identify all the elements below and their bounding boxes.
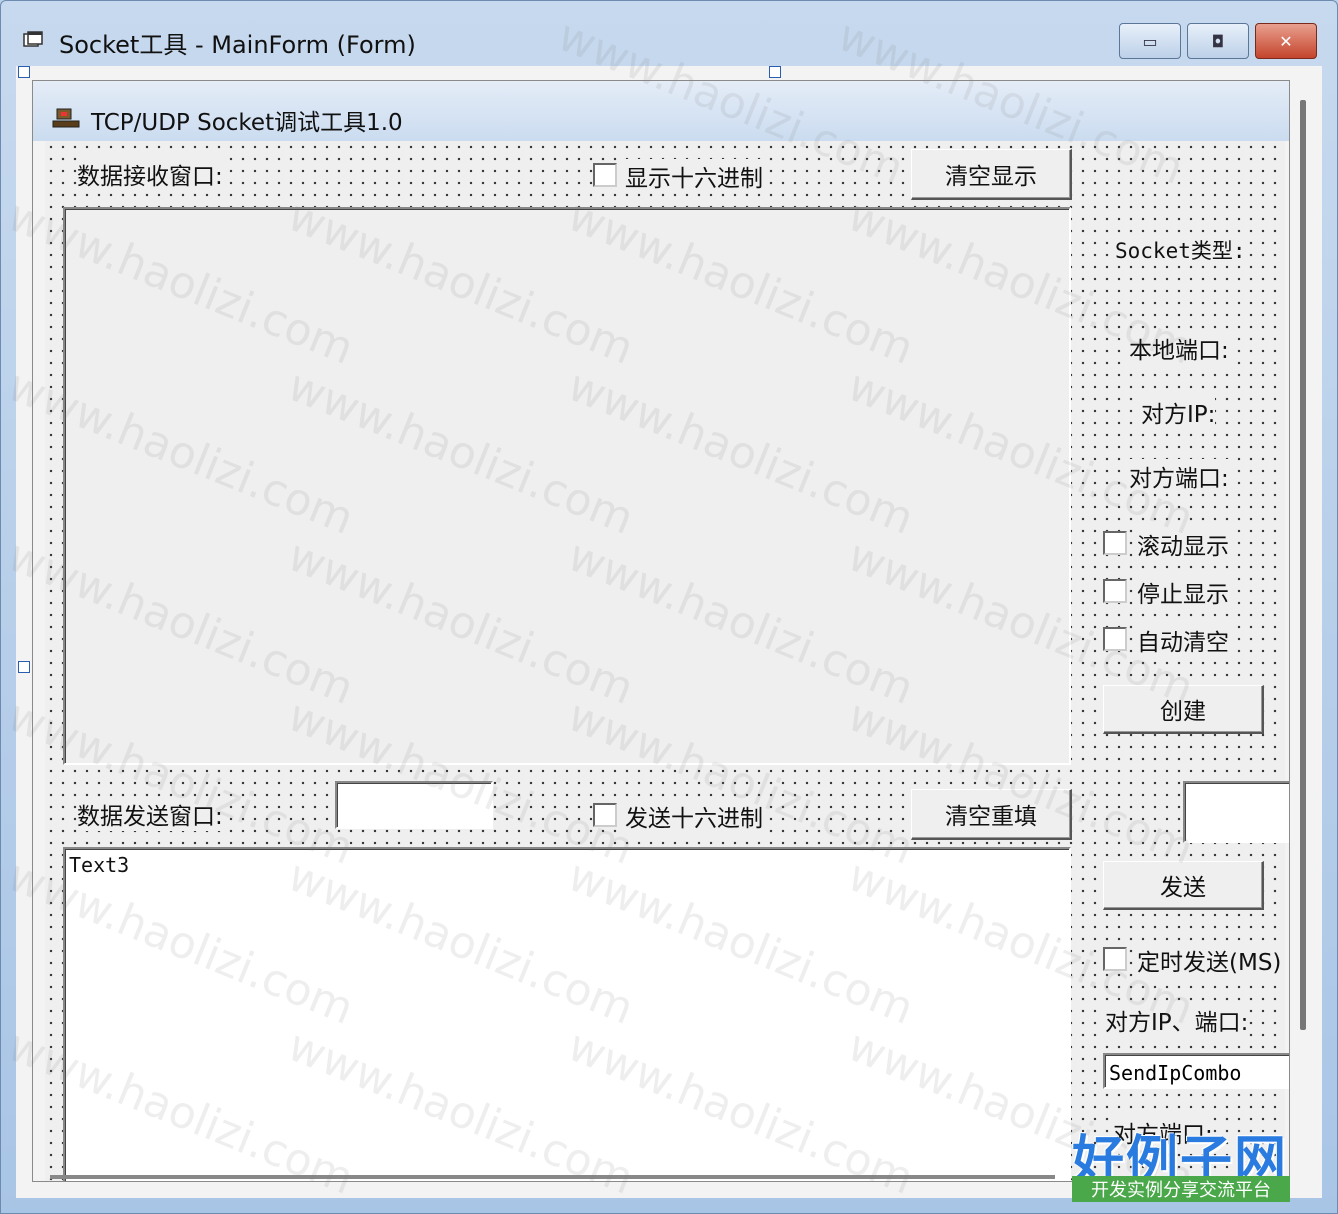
resize-handle-middle-left[interactable] xyxy=(18,661,30,673)
scroll-display-label: 滚动显示 xyxy=(1137,527,1229,561)
minimize-button[interactable]: ▭ xyxy=(1119,23,1181,59)
socket-type-label: Socket类型: xyxy=(1115,235,1246,265)
maximize-icon: ◘ xyxy=(1211,31,1225,51)
local-port-label: 本地端口: xyxy=(1129,331,1229,365)
timer-interval-input[interactable] xyxy=(1183,781,1289,843)
form-icon xyxy=(23,31,43,47)
resize-handle-top-center[interactable] xyxy=(769,66,781,78)
scroll-display-checkbox[interactable] xyxy=(1103,531,1127,555)
form-titlebar: TCP/UDP Socket调试工具1.0 xyxy=(33,81,1289,141)
send-aux-input[interactable] xyxy=(335,781,493,829)
vertical-scrollbar[interactable] xyxy=(1300,100,1306,1030)
create-button[interactable]: 创建 xyxy=(1103,685,1264,734)
send-hex-checkbox[interactable] xyxy=(593,803,617,827)
remote-ip-label: 对方IP: xyxy=(1141,395,1216,429)
form-title: TCP/UDP Socket调试工具1.0 xyxy=(91,110,403,136)
send-button[interactable]: 发送 xyxy=(1103,861,1264,910)
stop-display-checkbox[interactable] xyxy=(1103,579,1127,603)
receive-window-label: 数据接收窗口: xyxy=(77,157,223,191)
send-window-label: 数据发送窗口: xyxy=(77,797,223,831)
window-title: Socket工具 - MainForm (Form) xyxy=(59,31,416,59)
show-hex-label: 显示十六进制 xyxy=(625,159,763,193)
remote-ip-port-label: 对方IP、端口: xyxy=(1105,1003,1249,1037)
receive-textarea[interactable] xyxy=(63,207,1071,765)
clear-refill-button[interactable]: 清空重填 xyxy=(911,789,1072,840)
remote-port-label: 对方端口: xyxy=(1129,459,1229,493)
auto-clear-checkbox[interactable] xyxy=(1103,627,1127,651)
clear-display-button[interactable]: 清空显示 xyxy=(911,149,1072,200)
send-textarea-text: Text3 xyxy=(69,853,130,877)
site-logo-tagline: 开发实例分享交流平台 xyxy=(1072,1176,1290,1202)
minimize-icon: ▭ xyxy=(1142,31,1158,51)
close-button[interactable]: ✕ xyxy=(1255,23,1317,59)
send-hex-label: 发送十六进制 xyxy=(625,799,763,833)
resize-handle-top-left[interactable] xyxy=(18,66,30,78)
send-ip-combo[interactable]: SendIpCombo xyxy=(1103,1053,1289,1089)
auto-clear-label: 自动清空 xyxy=(1137,623,1229,657)
stop-display-label: 停止显示 xyxy=(1137,575,1229,609)
design-grid: 数据接收窗口: 显示十六进制 清空显示 数据发送窗口: 发送十六进制 清空重填 … xyxy=(45,141,1289,1181)
maximize-button[interactable]: ◘ xyxy=(1187,23,1249,59)
close-icon: ✕ xyxy=(1279,31,1293,51)
timed-send-checkbox[interactable] xyxy=(1103,947,1127,971)
horizontal-scrollbar[interactable] xyxy=(50,1175,1055,1179)
show-hex-checkbox[interactable] xyxy=(593,163,617,187)
network-icon xyxy=(52,108,80,128)
main-form: TCP/UDP Socket调试工具1.0 数据接收窗口: 显示十六进制 清空显… xyxy=(32,80,1290,1182)
timed-send-label: 定时发送(MS) xyxy=(1137,943,1282,977)
send-textarea[interactable]: Text3 xyxy=(63,847,1071,1181)
